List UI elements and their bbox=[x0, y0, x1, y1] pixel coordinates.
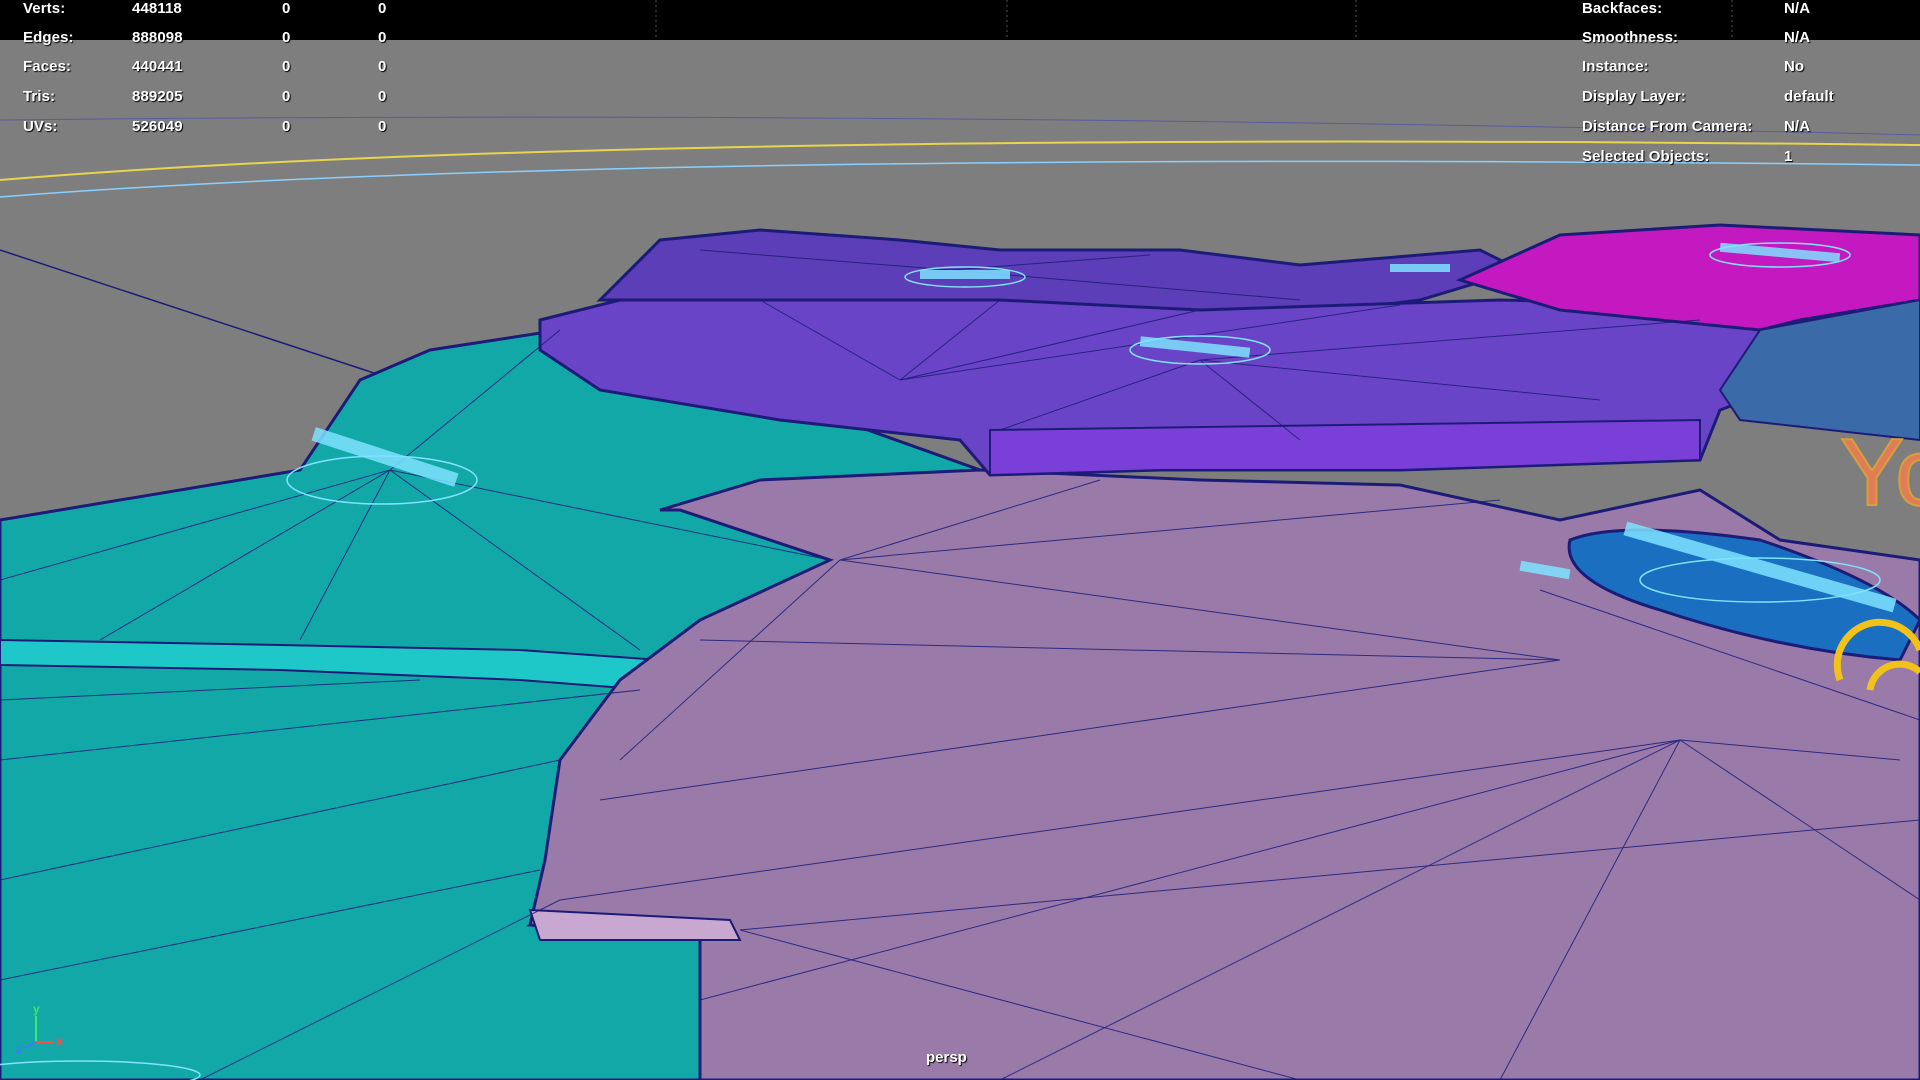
axis-gizmo: y z x bbox=[14, 1002, 74, 1062]
axis-label-x: x bbox=[56, 1034, 63, 1048]
hud-label: Instance: bbox=[1582, 58, 1649, 75]
hud-value-selected: 0 bbox=[282, 0, 291, 17]
hud-value-other: 0 bbox=[378, 29, 387, 46]
hud-value-selected: 0 bbox=[282, 58, 291, 75]
hud-value: N/A bbox=[1784, 0, 1811, 17]
wire-diagonal bbox=[0, 249, 381, 376]
axis-gizmo-icon bbox=[23, 1016, 54, 1049]
hud-value: 888098 bbox=[132, 29, 183, 46]
hud-label: Verts: bbox=[23, 0, 66, 17]
hud-value: 448118 bbox=[132, 0, 182, 17]
hud-label: UVs: bbox=[23, 118, 58, 135]
camera-name-label: persp bbox=[926, 1049, 967, 1066]
hud-value: N/A bbox=[1784, 29, 1811, 46]
hud-value-other: 0 bbox=[378, 58, 387, 75]
object-details-hud: Backfaces: N/A Smoothness: N/A Instance:… bbox=[1578, 0, 1920, 170]
hud-label: Display Layer: bbox=[1582, 88, 1686, 105]
hud-label: Smoothness: bbox=[1582, 29, 1679, 46]
hud-value: No bbox=[1784, 58, 1805, 75]
hud-value-selected: 0 bbox=[282, 88, 291, 105]
partial-text-yo: Yo bbox=[1840, 419, 1920, 526]
axis-label-z: z bbox=[16, 1042, 22, 1056]
hud-label: Distance From Camera: bbox=[1582, 118, 1753, 135]
hud-value-other: 0 bbox=[378, 0, 387, 17]
hud-label: Tris: bbox=[23, 88, 56, 105]
axis-label-y: y bbox=[33, 1002, 40, 1016]
hud-label: Edges: bbox=[23, 29, 74, 46]
hud-value-other: 0 bbox=[378, 118, 387, 135]
hud-label: Backfaces: bbox=[1582, 0, 1663, 17]
violet-cliff bbox=[989, 418, 1701, 477]
hud-value: 526049 bbox=[132, 118, 183, 135]
hud-value-other: 0 bbox=[378, 88, 387, 105]
hud-label: Faces: bbox=[23, 58, 72, 75]
hud-value-selected: 0 bbox=[282, 29, 291, 46]
hud-value: N/A bbox=[1784, 118, 1811, 135]
hud-value-selected: 0 bbox=[282, 118, 291, 135]
hud-label: Selected Objects: bbox=[1582, 148, 1710, 165]
hud-value: 1 bbox=[1784, 148, 1793, 165]
hud-value: 889205 bbox=[132, 88, 183, 105]
hud-value: default bbox=[1784, 88, 1834, 105]
poly-count-hud: Verts: 448118 0 0 Edges: 888098 0 0 Face… bbox=[0, 0, 420, 140]
hud-value: 440441 bbox=[132, 58, 183, 75]
